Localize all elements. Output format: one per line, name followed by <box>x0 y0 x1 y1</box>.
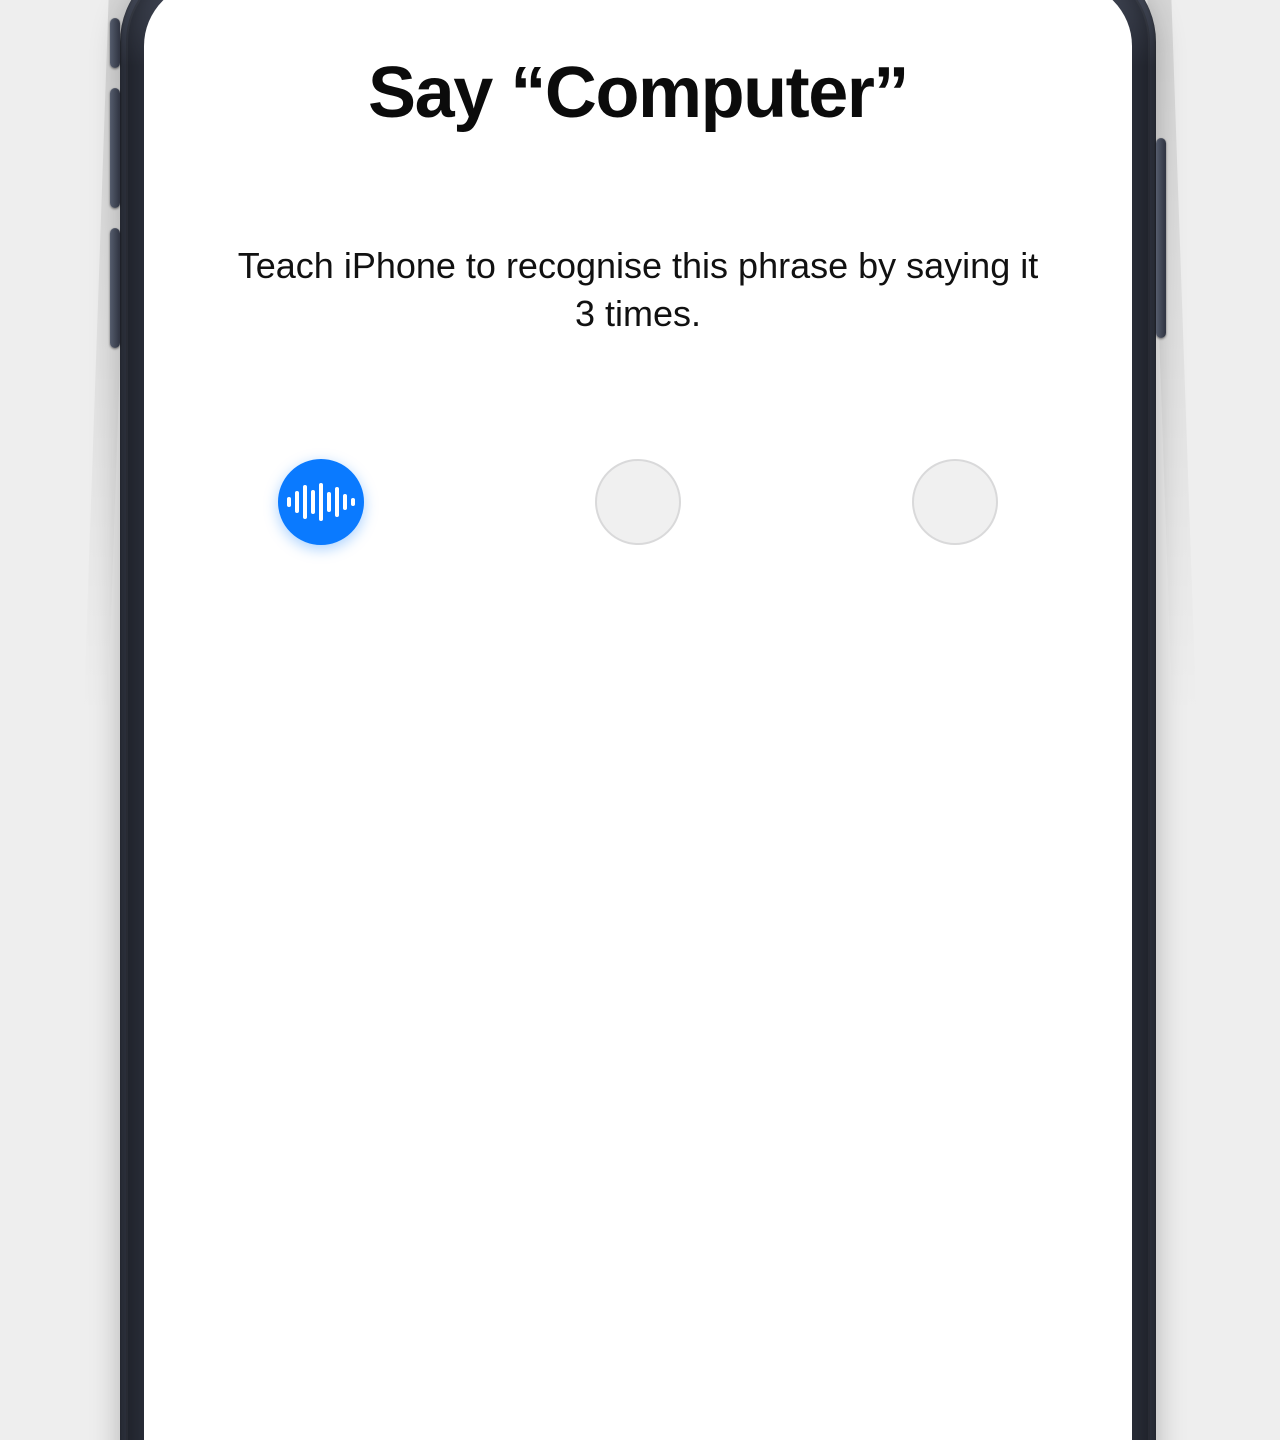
waveform-icon <box>287 482 355 522</box>
device-screen: Say “Computer” Teach iPhone to recognise… <box>144 0 1132 1440</box>
training-progress-dots <box>278 459 998 545</box>
side-power-button <box>1156 138 1166 338</box>
training-step-1[interactable] <box>278 459 364 545</box>
volume-down-button <box>110 228 120 348</box>
training-step-2 <box>595 459 681 545</box>
voice-training-panel: Say “Computer” Teach iPhone to recognise… <box>144 56 1132 545</box>
training-step-3 <box>912 459 998 545</box>
mute-switch <box>110 18 120 68</box>
volume-up-button <box>110 88 120 208</box>
page-title: Say “Computer” <box>204 56 1072 132</box>
instruction-text: Teach iPhone to recognise this phrase by… <box>228 242 1048 339</box>
iphone-device-frame: Say “Computer” Teach iPhone to recognise… <box>120 0 1156 1440</box>
